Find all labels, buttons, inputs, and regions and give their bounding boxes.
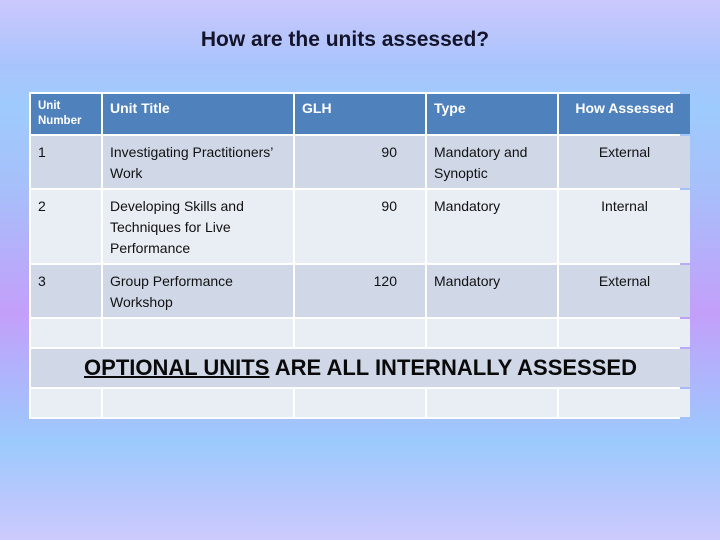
header-unit-title: Unit Title — [103, 94, 293, 134]
table-row-empty — [31, 319, 690, 347]
empty-cell — [559, 389, 690, 417]
cell-how-assessed: External — [559, 136, 690, 188]
cell-how-assessed: Internal — [559, 190, 690, 263]
cell-unit-number: 3 — [31, 265, 101, 317]
header-unit-number: Unit Number — [31, 94, 101, 134]
cell-unit-title: Group Performance Workshop — [103, 265, 293, 317]
header-how-assessed: How Assessed — [559, 94, 690, 134]
empty-cell — [103, 319, 293, 347]
units-table-container: Unit Number Unit Title GLH Type How Asse… — [29, 92, 690, 419]
empty-cell — [559, 319, 690, 347]
cell-type: Mandatory — [427, 190, 557, 263]
empty-cell — [31, 319, 101, 347]
cell-unit-title: Developing Skills and Techniques for Liv… — [103, 190, 293, 263]
cell-unit-number: 2 — [31, 190, 101, 263]
cell-glh: 90 — [295, 136, 425, 188]
empty-cell — [31, 389, 101, 417]
header-type: Type — [427, 94, 557, 134]
optional-units-banner: OPTIONAL UNITS ARE ALL INTERNALLY ASSESS… — [31, 349, 690, 387]
empty-cell — [103, 389, 293, 417]
header-glh: GLH — [295, 94, 425, 134]
cell-glh: 90 — [295, 190, 425, 263]
table-header-row: Unit Number Unit Title GLH Type How Asse… — [31, 94, 690, 134]
units-table: Unit Number Unit Title GLH Type How Asse… — [29, 92, 692, 419]
optional-units-banner-row: OPTIONAL UNITS ARE ALL INTERNALLY ASSESS… — [31, 349, 690, 387]
banner-text: ARE ALL INTERNALLY ASSESSED — [269, 355, 637, 380]
empty-cell — [427, 319, 557, 347]
cell-unit-title: Investigating Practitioners’ Work — [103, 136, 293, 188]
page-title: How are the units assessed? — [200, 28, 490, 51]
table-row-empty — [31, 389, 690, 417]
cell-how-assessed: External — [559, 265, 690, 317]
table-row: 2 Developing Skills and Techniques for L… — [31, 190, 690, 263]
cell-type: Mandatory and Synoptic — [427, 136, 557, 188]
empty-cell — [295, 389, 425, 417]
cell-unit-number: 1 — [31, 136, 101, 188]
banner-underlined-text: OPTIONAL UNITS — [84, 355, 270, 380]
table-row: 3 Group Performance Workshop 120 Mandato… — [31, 265, 690, 317]
empty-cell — [295, 319, 425, 347]
table-row: 1 Investigating Practitioners’ Work 90 M… — [31, 136, 690, 188]
cell-glh: 120 — [295, 265, 425, 317]
empty-cell — [427, 389, 557, 417]
cell-type: Mandatory — [427, 265, 557, 317]
